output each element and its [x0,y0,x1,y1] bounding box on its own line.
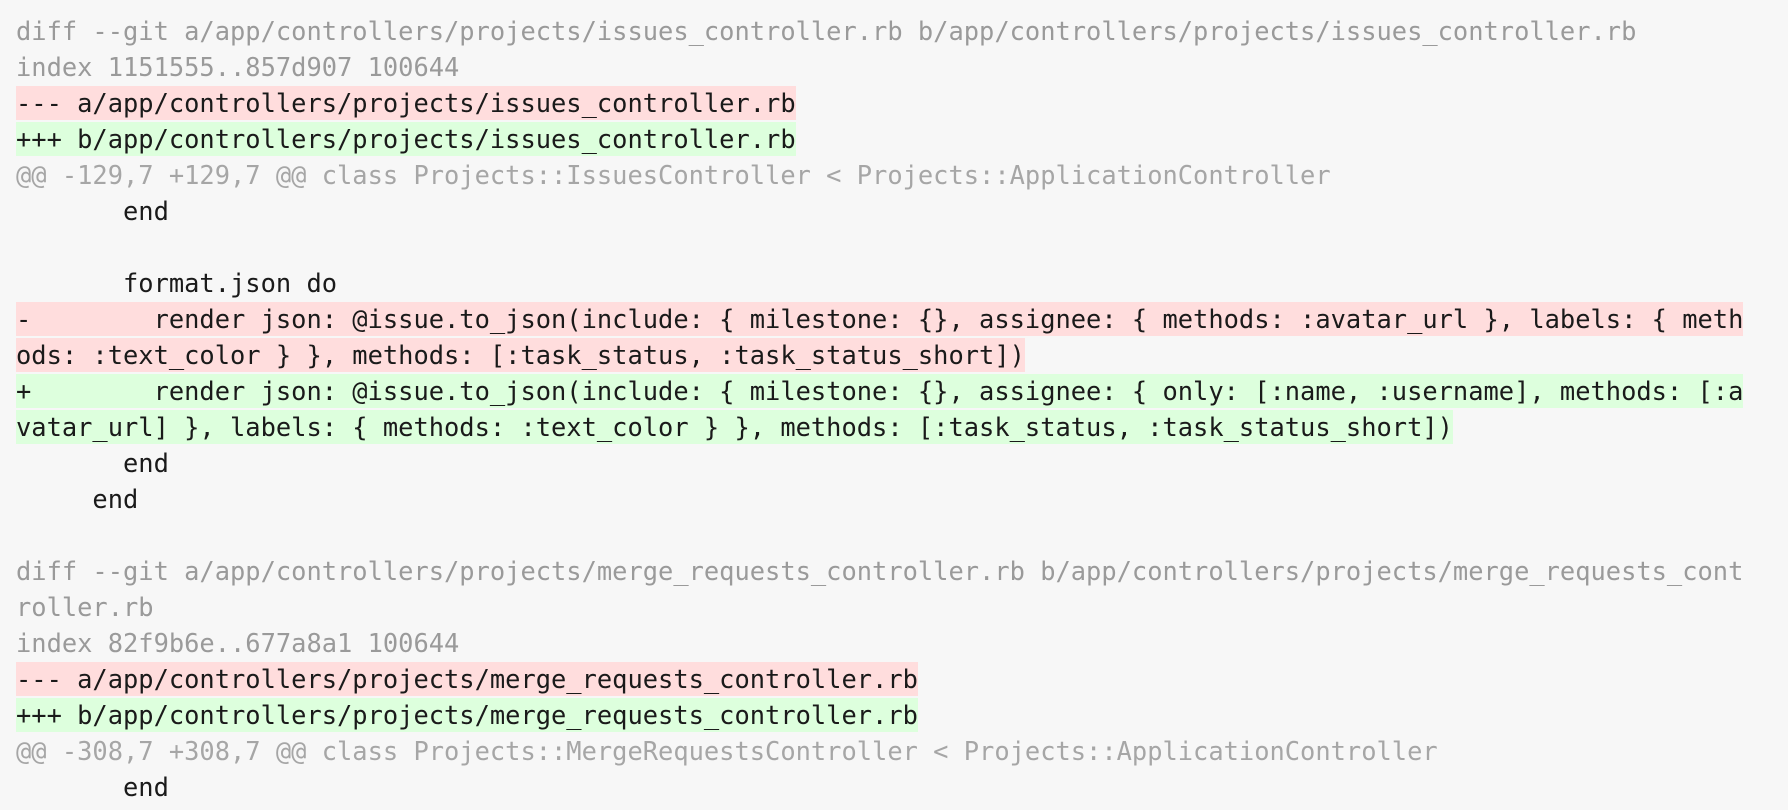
line-text: +++ b/app/controllers/projects/issues_co… [16,122,796,156]
line-text: --- a/app/controllers/projects/issues_co… [16,86,796,120]
added-line: vatar_url] }, labels: { methods: :text_c… [16,409,1773,445]
old-file-line: --- a/app/controllers/projects/merge_req… [16,661,1773,697]
context-line: format.json do [16,265,1773,301]
line-text: roller.rb [16,592,154,622]
hunk-header-line: @@ -308,7 +308,7 @@ class Projects::Merg… [16,733,1773,769]
line-text: end [16,484,139,514]
line-text: --- a/app/controllers/projects/merge_req… [16,662,918,696]
line-text: @@ -308,7 +308,7 @@ class Projects::Merg… [16,736,1438,766]
context-line [16,517,1773,553]
hunk-header-line: @@ -129,7 +129,7 @@ class Projects::Issu… [16,157,1773,193]
new-file-line: +++ b/app/controllers/projects/merge_req… [16,697,1773,733]
context-line: end [16,769,1773,805]
index-line: index 1151555..857d907 100644 [16,49,1773,85]
line-text: format.json do [16,268,338,298]
diff-header-line: roller.rb [16,589,1773,625]
line-text: end [16,448,169,478]
context-line: end [16,481,1773,517]
diff-header-line: diff --git a/app/controllers/projects/me… [16,553,1773,589]
context-line: end [16,193,1773,229]
old-file-line: --- a/app/controllers/projects/issues_co… [16,85,1773,121]
line-text: ods: :text_color } }, methods: [:task_st… [16,338,1025,372]
context-line: end [16,445,1773,481]
line-text: - render json: @issue.to_json(include: {… [16,302,1744,336]
diff-view: diff --git a/app/controllers/projects/is… [16,13,1773,805]
line-text: index 82f9b6e..677a8a1 100644 [16,628,460,658]
line-text: vatar_url] }, labels: { methods: :text_c… [16,410,1453,444]
diff-header-line: diff --git a/app/controllers/projects/is… [16,13,1773,49]
index-line: index 82f9b6e..677a8a1 100644 [16,625,1773,661]
line-text: end [16,196,169,226]
line-text: @@ -129,7 +129,7 @@ class Projects::Issu… [16,160,1331,190]
deleted-line: ods: :text_color } }, methods: [:task_st… [16,337,1773,373]
line-text: diff --git a/app/controllers/projects/is… [16,16,1637,46]
line-text: +++ b/app/controllers/projects/merge_req… [16,698,918,732]
deleted-line: - render json: @issue.to_json(include: {… [16,301,1773,337]
line-text: index 1151555..857d907 100644 [16,52,460,82]
line-text: diff --git a/app/controllers/projects/me… [16,556,1744,586]
new-file-line: +++ b/app/controllers/projects/issues_co… [16,121,1773,157]
line-text: + render json: @issue.to_json(include: {… [16,374,1744,408]
context-line [16,229,1773,265]
added-line: + render json: @issue.to_json(include: {… [16,373,1773,409]
line-text: end [16,772,169,802]
